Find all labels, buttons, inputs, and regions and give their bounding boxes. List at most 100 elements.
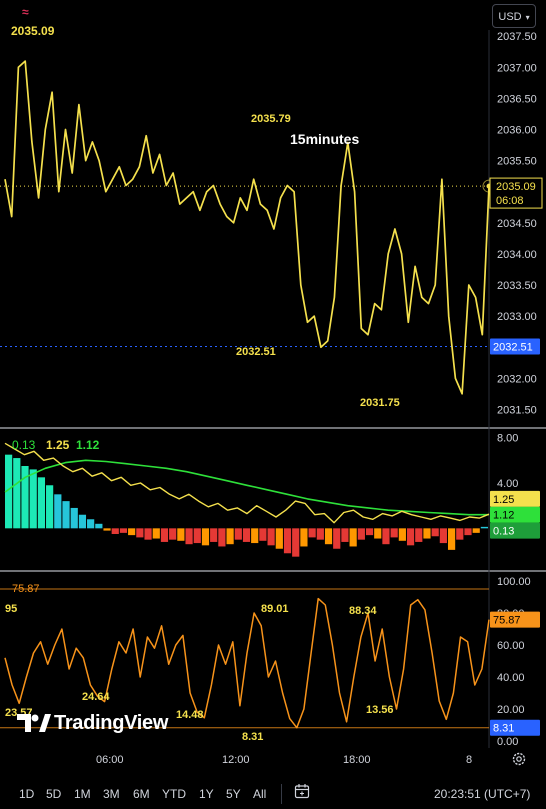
price-axis-tick: 2036.50 <box>497 93 537 105</box>
macd-histogram-bar <box>316 528 324 540</box>
macd-histogram-bar <box>87 519 95 529</box>
rsi-annotation: 13.56 <box>366 704 394 716</box>
rsi-annotation: 14.48 <box>176 709 204 721</box>
range-button-all[interactable]: All <box>253 787 266 801</box>
macd-histogram-bar <box>226 528 234 545</box>
rsi-axis-tick: 100.00 <box>497 576 531 588</box>
range-button-1m[interactable]: 1M <box>74 787 91 801</box>
macd-histogram-bar <box>193 528 201 544</box>
macd-histogram-bar <box>275 528 283 549</box>
rsi-annotation: 89.01 <box>261 603 289 615</box>
gear-icon[interactable] <box>511 751 527 767</box>
macd-histogram-bar <box>472 528 480 533</box>
macd-histogram-bar <box>365 528 374 536</box>
macd-tag-1: 1.25 <box>493 494 514 506</box>
macd-histogram-bar <box>398 528 406 541</box>
macd-legend-value: 1.12 <box>76 438 100 452</box>
range-button-1y[interactable]: 1Y <box>199 787 214 801</box>
macd-histogram-bar <box>218 528 226 547</box>
range-button-ytd[interactable]: YTD <box>162 787 186 801</box>
macd-histogram-bar <box>283 528 292 554</box>
price-axis-tick: 2035.50 <box>497 156 537 168</box>
range-button-3m[interactable]: 3M <box>103 787 120 801</box>
price-axis-tick: 2037.00 <box>497 62 537 74</box>
macd-histogram-bar <box>103 528 111 531</box>
header-last-price: 2035.09 <box>11 24 55 38</box>
macd-histogram-bar <box>144 528 152 540</box>
price-series-line <box>4 60 490 395</box>
macd-histogram-bar <box>21 466 29 529</box>
calendar-icon[interactable] <box>294 783 310 799</box>
macd-histogram-bar <box>128 528 136 536</box>
toolbar-divider <box>281 784 282 804</box>
currency-selector[interactable]: USD ▾ <box>492 4 536 28</box>
rsi-axis-tick: 40.00 <box>497 672 525 684</box>
clock-readout[interactable]: 20:23:51 (UTC+7) <box>434 787 530 801</box>
price-axis-tick: 2032.00 <box>497 373 537 385</box>
range-button-5d[interactable]: 5D <box>46 787 61 801</box>
macd-histogram-bar <box>341 528 349 542</box>
macd-histogram-bar <box>160 528 169 542</box>
macd-histogram-bar <box>324 528 333 545</box>
macd-histogram-bar <box>78 514 87 529</box>
macd-histogram-bar <box>46 485 54 529</box>
price-axis-tick: 2031.50 <box>497 404 537 416</box>
price-axis-tick: 2036.00 <box>497 125 537 137</box>
rsi-axis-tick: 0.00 <box>497 736 518 748</box>
rsi-low-tag: 8.31 <box>493 723 514 735</box>
range-button-1d[interactable]: 1D <box>19 787 34 801</box>
rsi-annotation: 24.64 <box>82 691 110 703</box>
price-axis-tick: 2033.00 <box>497 311 537 323</box>
macd-histogram-bar <box>300 528 308 547</box>
macd-histogram-bar <box>169 528 177 540</box>
macd-histogram-bar <box>234 528 242 540</box>
time-axis-tick: 8 <box>466 754 472 766</box>
time-axis-tick: 18:00 <box>343 754 371 766</box>
macd-histogram-bar <box>406 528 415 546</box>
rsi-annotation: 95 <box>5 603 17 615</box>
macd-histogram-bar <box>119 528 128 533</box>
price-axis-tick: 2034.50 <box>497 218 537 230</box>
macd-histogram-bar <box>37 477 46 529</box>
currency-label: USD <box>498 11 522 23</box>
rsi-legend-value: 75.87 <box>12 583 40 595</box>
rsi-axis-tick: 60.00 <box>497 640 525 652</box>
macd-histogram-bar <box>70 507 78 529</box>
symbol-logo-icon: ≈ <box>22 5 29 19</box>
timeframe-label: 15minutes <box>290 131 360 147</box>
low-price-tag: 2032.51 <box>493 342 533 354</box>
macd-histogram-bar <box>185 528 193 545</box>
tradingview-logo-icon <box>17 714 51 732</box>
macd-histogram-bar <box>242 528 251 542</box>
macd-histogram-bar <box>447 528 456 550</box>
macd-tag-3: 0.13 <box>493 526 514 538</box>
price-axis-tick: 2037.50 <box>497 31 537 43</box>
macd-histogram-bar <box>210 528 218 542</box>
chart-canvas[interactable]: 2031.502032.002032.502033.002033.502034.… <box>0 0 546 809</box>
macd-histogram-bar <box>308 528 316 538</box>
macd-histogram-bar <box>390 528 398 538</box>
macd-histogram-bar <box>95 523 103 529</box>
macd-histogram-bar <box>201 528 210 546</box>
chevron-down-icon: ▾ <box>525 13 530 22</box>
price-annotation: 2035.79 <box>251 113 291 125</box>
range-button-5y[interactable]: 5Y <box>226 787 241 801</box>
countdown-tag: 06:08 <box>496 195 524 207</box>
rsi-annotation: 8.31 <box>242 731 263 743</box>
range-button-6m[interactable]: 6M <box>133 787 150 801</box>
macd-histogram-bar <box>136 528 144 538</box>
macd-histogram-bar <box>480 526 488 529</box>
macd-histogram-bar <box>62 501 70 529</box>
rsi-axis-tick: 20.00 <box>497 704 525 716</box>
macd-histogram-bar <box>251 528 259 544</box>
macd-histogram-bar <box>152 528 160 539</box>
macd-legend-value: 0.13 <box>12 438 36 452</box>
macd-histogram-bar <box>13 458 21 529</box>
macd-histogram-bar <box>431 528 439 537</box>
current-price-tag: 2035.09 <box>496 181 536 193</box>
rsi-line <box>4 597 490 729</box>
macd-legend-value: 1.25 <box>46 438 70 452</box>
rsi-tag: 75.87 <box>493 615 521 627</box>
macd-histogram-bar <box>349 528 357 547</box>
macd-histogram-bar <box>259 528 267 541</box>
